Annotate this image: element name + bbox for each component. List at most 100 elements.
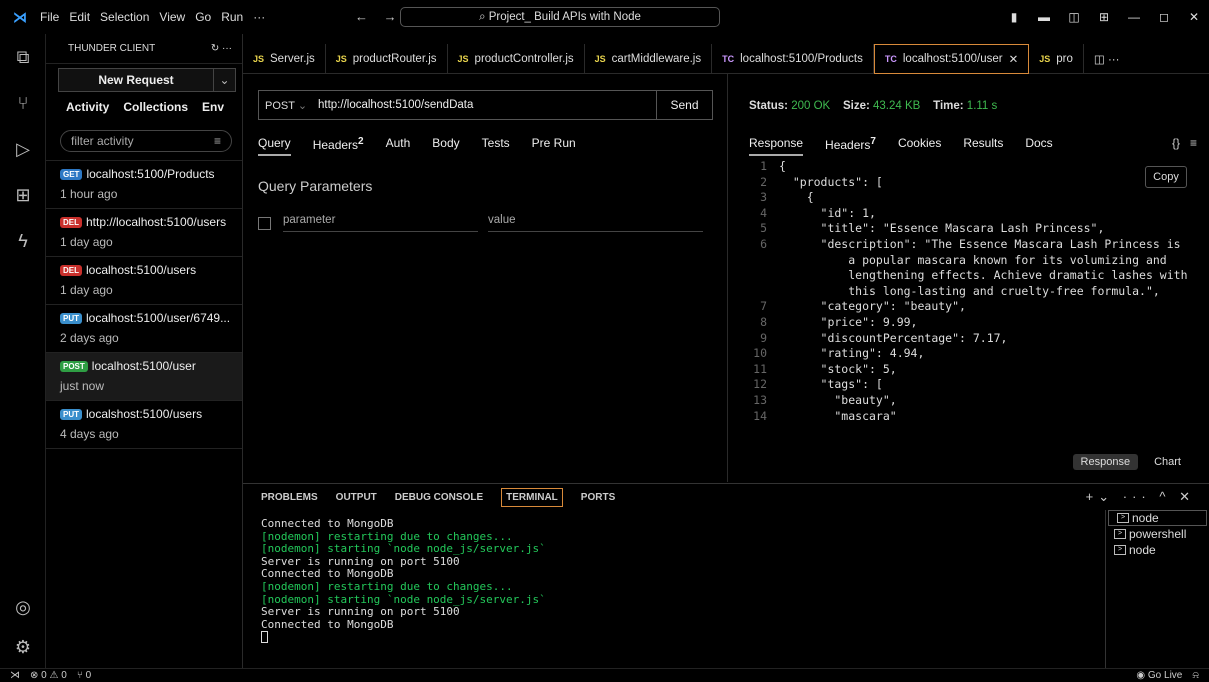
- menu-item-1[interactable]: Edit: [69, 10, 90, 24]
- nav-arrows[interactable]: ← →: [355, 9, 403, 24]
- menu-item-4[interactable]: Go: [195, 10, 211, 24]
- code-line: 6 "description": "The Essence Mascara La…: [749, 237, 1189, 253]
- send-button[interactable]: Send: [656, 91, 712, 119]
- response-tab-headers[interactable]: Headers7: [825, 136, 876, 156]
- filter-input[interactable]: filter activity ≡: [60, 130, 232, 152]
- explorer-icon[interactable]: ⧉: [0, 34, 46, 80]
- activity-item[interactable]: PUT localshost:5100/users 4 days ago: [46, 401, 242, 449]
- url-input[interactable]: http://localhost:5100/sendData: [314, 99, 656, 111]
- maximize-icon[interactable]: ^: [1159, 489, 1170, 504]
- activity-item-row: DEL localhost:5100/users: [60, 263, 242, 277]
- request-tab-pre-run[interactable]: Pre Run: [532, 136, 576, 156]
- editor-tab[interactable]: JS Server.js: [243, 44, 326, 74]
- code-line: 9 "discountPercentage": 7.17,: [749, 331, 1189, 347]
- response-tab-label: Headers: [825, 138, 871, 152]
- request-tab-body[interactable]: Body: [432, 136, 459, 156]
- url-bar: POST ⌄ http://localhost:5100/sendData Se…: [258, 90, 713, 120]
- menu-item-5[interactable]: Run: [221, 10, 243, 24]
- menu-item-0[interactable]: File: [40, 10, 59, 24]
- response-tab-docs[interactable]: Docs: [1025, 136, 1052, 156]
- response-view-button[interactable]: Response: [1072, 454, 1139, 470]
- editor-tab[interactable]: JS productRouter.js: [326, 44, 448, 74]
- line-number: 3: [760, 190, 767, 205]
- new-request-button[interactable]: New Request ⌄: [58, 68, 236, 92]
- param-input[interactable]: parameter: [283, 214, 478, 232]
- notifications-icon[interactable]: ⍾: [1192, 670, 1199, 681]
- split-icon[interactable]: ◫: [1059, 10, 1089, 24]
- terminal-instance[interactable]: > node: [1108, 510, 1207, 526]
- layout-icon[interactable]: ▮: [999, 10, 1029, 24]
- run-debug-icon[interactable]: ▷: [0, 126, 46, 172]
- chevron-down-icon[interactable]: ⌄: [213, 69, 235, 91]
- editor-tab[interactable]: JS productController.js: [448, 44, 585, 74]
- editor-tab[interactable]: JS cartMiddleware.js: [585, 44, 713, 74]
- value-input[interactable]: value: [488, 214, 703, 232]
- panel-tab-debug-console[interactable]: DEBUG CONSOLE: [395, 492, 483, 507]
- request-tab-headers[interactable]: Headers2: [313, 136, 364, 156]
- close-button[interactable]: ✕: [1179, 10, 1209, 24]
- request-tab-query[interactable]: Query: [258, 136, 291, 156]
- activity-item[interactable]: PUT localhost:5100/user/6749... 2 days ago: [46, 305, 242, 353]
- line-number: 2: [760, 174, 767, 189]
- copy-button[interactable]: Copy: [1145, 166, 1187, 188]
- response-footer: Response Chart: [1072, 454, 1189, 470]
- braces-button[interactable]: {}: [1172, 136, 1180, 150]
- activity-url: localshost:5100/users: [86, 407, 203, 421]
- sidebar-tab-env[interactable]: Env: [202, 100, 224, 124]
- refresh-icon[interactable]: ↻: [211, 43, 219, 54]
- menu-icon[interactable]: ≡: [1190, 136, 1197, 150]
- add-terminal-icon[interactable]: +⌄: [1086, 489, 1114, 504]
- more-icon[interactable]: ···: [222, 43, 232, 54]
- chevron-down-icon: ⌄: [297, 99, 308, 112]
- response-tab-results[interactable]: Results: [963, 136, 1003, 156]
- minimize-button[interactable]: —: [1119, 10, 1149, 24]
- restore-button[interactable]: ◻: [1149, 10, 1179, 24]
- go-live-button[interactable]: ◉ Go Live: [1136, 670, 1182, 681]
- panel-tab-problems[interactable]: PROBLEMS: [261, 492, 318, 507]
- activity-item[interactable]: POST localhost:5100/user just now: [46, 353, 242, 401]
- menu-icon[interactable]: ≡: [214, 134, 221, 148]
- terminal-output[interactable]: Connected to MongoDB [nodemon] restarting…: [261, 517, 546, 647]
- menu-item-2[interactable]: Selection: [100, 10, 149, 24]
- chart-view-button[interactable]: Chart: [1146, 454, 1189, 470]
- method-badge: GET: [60, 168, 83, 180]
- sidebar-tab-activity[interactable]: Activity: [66, 100, 109, 124]
- panel-tab-output[interactable]: OUTPUT: [336, 492, 377, 507]
- thunder-client-icon[interactable]: ϟ: [0, 218, 46, 264]
- settings-gear-icon[interactable]: ⚙: [0, 624, 46, 670]
- source-control-icon[interactable]: ⑂: [0, 80, 46, 126]
- editor-tab[interactable]: TC localhost:5100/Products: [712, 44, 874, 74]
- code-line: 4 "id": 1,: [749, 206, 1189, 222]
- sidebar-tab-collections[interactable]: Collections: [123, 100, 188, 124]
- panel-toggle-icon[interactable]: ▬: [1029, 10, 1059, 24]
- terminal-instance[interactable]: > node: [1106, 542, 1209, 558]
- more-icon[interactable]: ···: [1123, 489, 1151, 504]
- remote-icon[interactable]: ⋊: [10, 670, 20, 681]
- customize-layout-icon[interactable]: ⊞: [1089, 10, 1119, 24]
- code-text: "beauty",: [779, 392, 897, 407]
- panel-tab-ports[interactable]: PORTS: [581, 492, 615, 507]
- problems-status[interactable]: ⊗ 0 ⚠ 0: [30, 670, 67, 681]
- ports-status[interactable]: ⑂ 0: [77, 670, 91, 681]
- activity-item[interactable]: DEL localhost:5100/users 1 day ago: [46, 257, 242, 305]
- editor-tab[interactable]: JS pro: [1029, 44, 1084, 74]
- request-tab-auth[interactable]: Auth: [386, 136, 411, 156]
- command-center[interactable]: ⌕ Project_ Build APIs with Node: [400, 7, 720, 27]
- request-tab-tests[interactable]: Tests: [482, 136, 510, 156]
- response-tab-cookies[interactable]: Cookies: [898, 136, 941, 156]
- menu-item-3[interactable]: View: [159, 10, 185, 24]
- response-tab-response[interactable]: Response: [749, 136, 804, 156]
- split-editor-icon[interactable]: ◫ ···: [1084, 44, 1130, 74]
- activity-item[interactable]: DEL http://localhost:5100/users 1 day ago: [46, 209, 242, 257]
- menu-item-6[interactable]: ···: [253, 10, 265, 24]
- editor-tab[interactable]: TC localhost:5100/user ✕: [873, 44, 1030, 74]
- close-panel-icon[interactable]: ✕: [1179, 489, 1195, 504]
- extensions-icon[interactable]: ⊞: [0, 172, 46, 218]
- terminal-instance[interactable]: > powershell: [1106, 526, 1209, 542]
- method-select[interactable]: POST ⌄: [259, 99, 314, 112]
- activity-item[interactable]: GET localhost:5100/Products 1 hour ago: [46, 161, 242, 209]
- close-tab-icon[interactable]: ✕: [1009, 52, 1019, 66]
- panel-tab-terminal[interactable]: TERMINAL: [501, 488, 563, 507]
- param-checkbox[interactable]: [258, 216, 271, 230]
- terminal-list: > node > powershell > node: [1105, 510, 1209, 668]
